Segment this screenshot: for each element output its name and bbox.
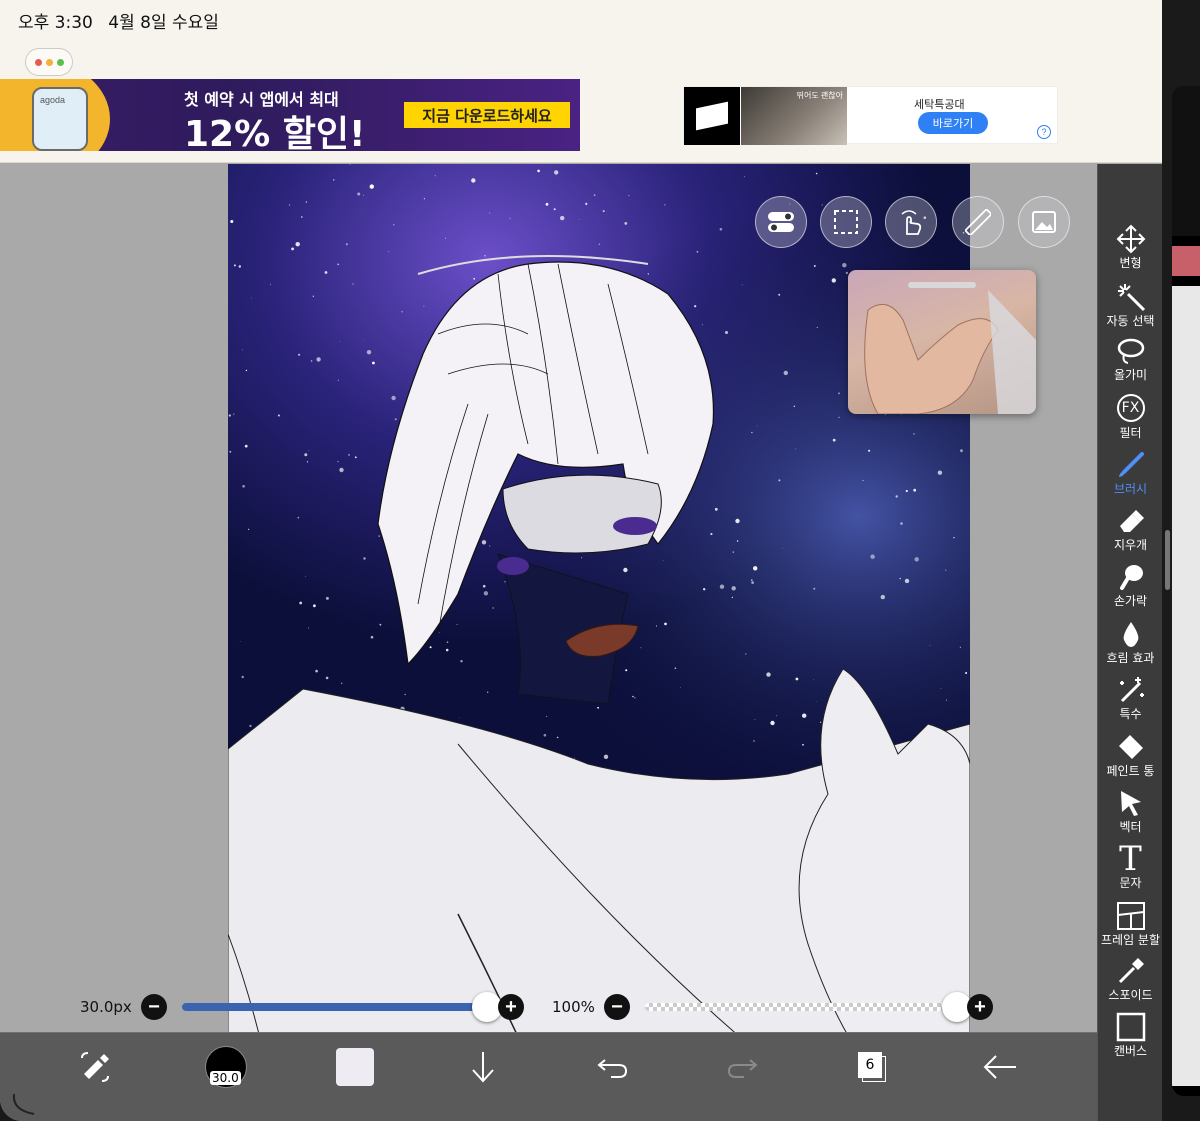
tool-brush[interactable]: 브러시: [1098, 450, 1162, 497]
ad-download-button[interactable]: 지금 다운로드하세요: [404, 102, 570, 128]
tool-vector[interactable]: 벡터: [1098, 788, 1162, 835]
camera-preview[interactable]: [848, 270, 1036, 414]
ad-title: 세탁특공대: [914, 98, 965, 111]
tool-label: 손가락: [1113, 594, 1148, 608]
move-icon: [1098, 224, 1162, 254]
tool-finger[interactable]: 손가락: [1098, 562, 1162, 609]
tool-special[interactable]: 특수: [1098, 675, 1162, 722]
tool-label: 변형: [1119, 256, 1142, 270]
tool-label: 문자: [1119, 876, 1142, 890]
ad-logo: [684, 87, 740, 145]
camera-drag-handle[interactable]: [908, 282, 976, 288]
tool-lasso[interactable]: 올가미: [1098, 336, 1162, 383]
tool-filter[interactable]: FX 필터: [1098, 394, 1162, 441]
brush-size-plus-button[interactable]: +: [498, 994, 524, 1020]
brush-size-preview[interactable]: 30.0: [204, 1046, 248, 1088]
ad-thumb-caption: 뛰어도 괜찮아: [796, 91, 843, 100]
brush-size-label: 30.0px: [80, 998, 132, 1016]
magic-wand-icon: [1098, 282, 1162, 312]
redo-icon[interactable]: [722, 1047, 762, 1087]
split-view-divider-handle[interactable]: [1165, 530, 1170, 590]
tool-eyedropper[interactable]: 스포이드: [1098, 956, 1162, 1003]
brush-size-minus-button[interactable]: −: [141, 994, 167, 1020]
opacity-label: 100%: [552, 998, 595, 1016]
ad-help-icon[interactable]: ?: [1037, 125, 1051, 139]
bottom-toolbar: 30.0 6: [0, 1032, 1097, 1121]
dot-green-icon: [56, 58, 64, 66]
layers-button[interactable]: 6: [852, 1047, 892, 1087]
tool-eraser[interactable]: 지우개: [1098, 506, 1162, 553]
bucket-icon: [1098, 732, 1162, 762]
camera-feed-image: [864, 290, 1036, 414]
ad-brand-logo: agoda: [40, 95, 66, 105]
tool-label: 프레임 분할: [1100, 933, 1160, 947]
fx-icon: FX: [1098, 394, 1162, 424]
tool-label: 벡터: [1119, 820, 1142, 834]
tool-paint-bucket[interactable]: 페인트 통: [1098, 732, 1162, 779]
sparkle-icon: [1098, 675, 1162, 705]
corner-indicator-icon: [10, 1092, 38, 1121]
tool-blur[interactable]: 흐림 효과: [1098, 619, 1162, 666]
dot-red-icon: [34, 58, 42, 66]
selection-icon[interactable]: [820, 196, 872, 248]
undo-icon[interactable]: [593, 1047, 633, 1087]
eyedropper-icon: [1098, 956, 1162, 986]
drop-icon: [1098, 619, 1162, 649]
tool-transform[interactable]: 변형: [1098, 224, 1162, 271]
tool-label: 지우개: [1113, 538, 1148, 552]
status-time: 오후 3:30: [18, 13, 93, 33]
tool-label: 자동 선택: [1106, 314, 1155, 328]
tool-frame-split[interactable]: 프레임 분할: [1098, 901, 1162, 948]
tool-auto-select[interactable]: 자동 선택: [1098, 282, 1162, 329]
tool-canvas[interactable]: 캔버스: [1098, 1012, 1162, 1059]
opacity-slider[interactable]: [645, 1003, 957, 1011]
ad-thumbnail: 뛰어도 괜찮아: [741, 87, 847, 145]
status-bar: 오후 3:30 4월 8일 수요일: [18, 8, 219, 33]
tool-label: 브러시: [1113, 482, 1148, 496]
brush-size-badge: 30.0: [210, 1071, 241, 1085]
opacity-minus-button[interactable]: −: [604, 994, 630, 1020]
top-bar: 오후 3:30 4월 8일 수요일 agoda 첫 예약 시 앱에서 최대 12…: [0, 0, 1162, 163]
tool-label: 페인트 통: [1106, 764, 1155, 778]
tool-label: 필터: [1119, 426, 1142, 440]
download-arrow-icon[interactable]: [463, 1047, 503, 1087]
layer-count: 6: [858, 1052, 882, 1078]
brush-size-slider[interactable]: [182, 1003, 490, 1011]
finger-icon: [1098, 562, 1162, 592]
app-window: 오후 3:30 4월 8일 수요일 agoda 첫 예약 시 앱에서 최대 12…: [0, 0, 1162, 1121]
gesture-icon[interactable]: [885, 196, 937, 248]
tool-palette: 변형자동 선택올가미 FX 필터브러시지우개손가락흐림 효과특수페인트 통벡터 T 문자…: [1097, 164, 1162, 1121]
laundry-ad-banner[interactable]: 뛰어도 괜찮아 세탁특공대 바로가기 ?: [683, 86, 1058, 145]
tool-label: 스포이드: [1108, 988, 1153, 1002]
toggle-icon[interactable]: [755, 196, 807, 248]
frame-icon: [1098, 901, 1162, 931]
lasso-icon: [1098, 336, 1162, 366]
canvas-icon: [1098, 1012, 1162, 1042]
text-icon: T: [1119, 839, 1142, 879]
ad-go-button[interactable]: 바로가기: [918, 112, 988, 134]
multitask-dots-button[interactable]: [25, 48, 73, 76]
dot-yellow-icon: [45, 58, 53, 66]
eraser-icon: [1098, 506, 1162, 536]
swap-pen-eraser-icon[interactable]: [76, 1047, 116, 1087]
tool-text[interactable]: T 문자: [1098, 839, 1162, 891]
split-view-side-app[interactable]: [1172, 86, 1200, 1096]
status-date: 4월 8일 수요일: [108, 13, 219, 33]
tool-label: 특수: [1119, 707, 1142, 721]
back-arrow-icon[interactable]: [980, 1047, 1020, 1087]
tool-label: 흐림 효과: [1106, 651, 1155, 665]
ad-phone-illustration: agoda: [32, 87, 88, 151]
ad-line2: 12% 할인!: [184, 114, 366, 151]
tool-label: 올가미: [1113, 368, 1148, 382]
color-swatch[interactable]: [335, 1047, 375, 1087]
brush-icon: [1098, 450, 1162, 480]
opacity-plus-button[interactable]: +: [967, 994, 993, 1020]
tool-label: 캔버스: [1113, 1044, 1148, 1058]
reference-image-icon[interactable]: [1018, 196, 1070, 248]
ruler-icon[interactable]: [952, 196, 1004, 248]
agoda-ad-banner[interactable]: agoda 첫 예약 시 앱에서 최대 12% 할인! 지금 다운로드하세요: [0, 79, 580, 151]
cursor-icon: [1098, 788, 1162, 818]
